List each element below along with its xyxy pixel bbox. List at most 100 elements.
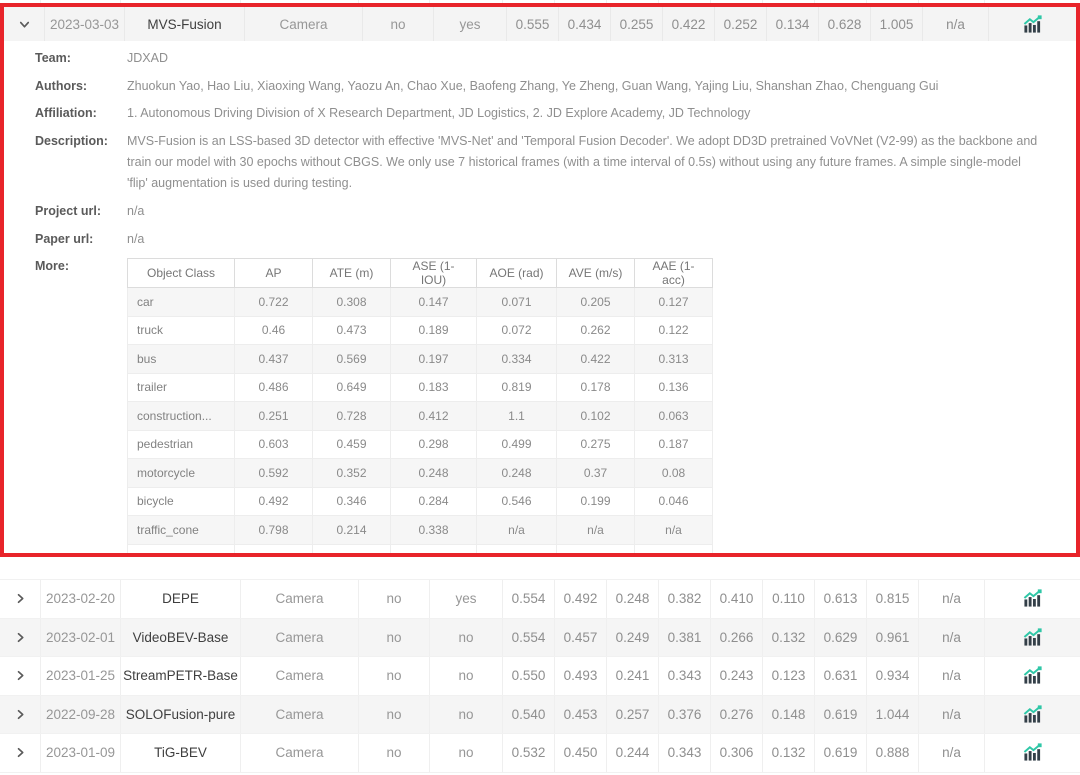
chart-icon[interactable] [984, 580, 1080, 618]
leaderboard-row[interactable]: 2023-02-20 DEPE Camera no yes 0.554 0.49… [0, 579, 1080, 618]
class-metric-cell: 0.298 [391, 430, 477, 459]
class-metric-cell: 0.798 [235, 516, 313, 545]
class-metric-cell: 0.422 [557, 345, 635, 374]
metric-value: 0.540 [502, 696, 554, 734]
object-class-cell: bus [128, 345, 235, 374]
metric-value: 0.132 [762, 619, 814, 657]
per-class-column-header: AVE (m/s) [557, 259, 635, 288]
class-metric-cell: 0.251 [235, 402, 313, 431]
metric-value: n/a [918, 657, 984, 695]
metric-value: 0.255 [610, 7, 662, 41]
field-value: MVS-Fusion is an LSS-based 3D detector w… [127, 131, 1040, 194]
leaderboard-row[interactable]: 2022-09-28 SOLOFusion-pure Camera no no … [0, 695, 1080, 734]
map-data-flag: no [358, 619, 429, 657]
chevron-right-icon[interactable] [0, 734, 40, 772]
chevron-right-icon[interactable] [0, 619, 40, 657]
method-name: DEPE [120, 580, 240, 618]
metric-value: 0.343 [658, 657, 710, 695]
class-metric-cell: 0.136 [635, 373, 713, 402]
object-class-cell: construction... [128, 402, 235, 431]
class-metric-cell: 0.546 [477, 487, 557, 516]
leaderboard-row[interactable]: 2023-01-09 TiG-BEV Camera no no 0.532 0.… [0, 733, 1080, 772]
class-metric-cell: 0.722 [235, 288, 313, 317]
chevron-right-icon[interactable] [0, 580, 40, 618]
metric-value: 0.248 [606, 580, 658, 618]
class-metric-cell: 0.242 [313, 544, 391, 557]
object-class-cell: trailer [128, 373, 235, 402]
metric-value: 0.343 [658, 734, 710, 772]
submission-date: 2023-03-03 [44, 7, 124, 41]
field-label: Paper url: [35, 229, 127, 249]
class-metric-cell: 0.499 [477, 430, 557, 459]
map-data-flag: no [362, 7, 433, 41]
metric-value: 0.961 [866, 619, 918, 657]
metric-value: 0.243 [710, 657, 762, 695]
metric-value: 0.276 [710, 696, 762, 734]
metric-value: n/a [918, 696, 984, 734]
per-class-row: motorcycle0.5920.3520.2480.2480.370.08 [128, 459, 713, 488]
class-metric-cell: 0.459 [313, 430, 391, 459]
external-data-flag: no [429, 657, 502, 695]
per-class-row: bus0.4370.5690.1970.3340.4220.313 [128, 345, 713, 374]
submission-date: 2023-02-01 [40, 619, 120, 657]
class-metric-cell: 0.819 [477, 373, 557, 402]
chevron-right-icon[interactable] [0, 696, 40, 734]
metric-value: 0.554 [502, 580, 554, 618]
chart-icon[interactable] [984, 696, 1080, 734]
external-data-flag: no [429, 696, 502, 734]
metric-value: 0.619 [814, 734, 866, 772]
submission-date: 2023-02-20 [40, 580, 120, 618]
leaderboard-row[interactable]: 2023-01-25 StreamPETR-Base Camera no no … [0, 656, 1080, 695]
per-class-row: construction...0.2510.7280.4121.10.1020.… [128, 402, 713, 431]
class-metric-cell: n/a [635, 544, 713, 557]
metric-value: 0.382 [658, 580, 710, 618]
metric-value: 0.554 [502, 619, 554, 657]
chart-icon[interactable] [984, 619, 1080, 657]
modality: Camera [240, 619, 358, 657]
metric-value: 0.306 [710, 734, 762, 772]
map-data-flag: no [358, 657, 429, 695]
chart-icon[interactable] [988, 7, 1076, 41]
class-metric-cell: 0.205 [557, 288, 635, 317]
metric-value: 0.434 [558, 7, 610, 41]
metric-value: 0.257 [606, 696, 658, 734]
expanded-leaderboard-row[interactable]: 2023-03-03 MVS-Fusion Camera no yes 0.55… [4, 7, 1076, 41]
metric-value: 0.629 [814, 619, 866, 657]
field-value: Zhuokun Yao, Hao Liu, Xiaoxing Wang, Yao… [127, 76, 938, 96]
per-class-column-header: AAE (1-acc) [635, 259, 713, 288]
metric-value: 0.266 [710, 619, 762, 657]
per-class-column-header: Object Class [128, 259, 235, 288]
metric-value: 0.148 [762, 696, 814, 734]
external-data-flag: yes [433, 7, 506, 41]
class-metric-cell: 0.183 [391, 373, 477, 402]
detail-row-description: Description: MVS-Fusion is an LSS-based … [35, 131, 1040, 194]
metric-value: 1.005 [870, 7, 922, 41]
submission-details-panel: Team: JDXAD Authors: Zhuokun Yao, Hao Li… [4, 41, 1076, 557]
chevron-right-icon[interactable] [0, 657, 40, 695]
class-metric-cell: 0.262 [557, 316, 635, 345]
metric-value: 0.381 [658, 619, 710, 657]
metric-value: 0.450 [554, 734, 606, 772]
class-metric-cell: 0.105 [477, 544, 557, 557]
leaderboard-row[interactable]: 2023-02-01 VideoBEV-Base Camera no no 0.… [0, 618, 1080, 657]
submission-date: 2022-09-28 [40, 696, 120, 734]
per-class-column-header: ATE (m) [313, 259, 391, 288]
class-metric-cell: 0.187 [635, 430, 713, 459]
class-metric-cell: 0.071 [477, 288, 557, 317]
metric-value: 0.110 [762, 580, 814, 618]
detail-row-team: Team: JDXAD [35, 48, 1040, 68]
submission-date: 2023-01-09 [40, 734, 120, 772]
field-label: Description: [35, 131, 127, 194]
modality: Camera [240, 696, 358, 734]
leaderboard-page: 2023-03-03 MVS-Fusion Camera no yes 0.55… [0, 0, 1080, 775]
clipped-row-below [0, 772, 1080, 775]
field-label: Project url: [35, 201, 127, 221]
chart-icon[interactable] [984, 734, 1080, 772]
metric-value: 0.815 [866, 580, 918, 618]
method-name: StreamPETR-Base [120, 657, 240, 695]
metric-value: 0.241 [606, 657, 658, 695]
chart-icon[interactable] [984, 657, 1080, 695]
field-label: More: [35, 256, 127, 557]
object-class-cell: traffic_cone [128, 516, 235, 545]
chevron-down-icon[interactable] [4, 7, 44, 41]
